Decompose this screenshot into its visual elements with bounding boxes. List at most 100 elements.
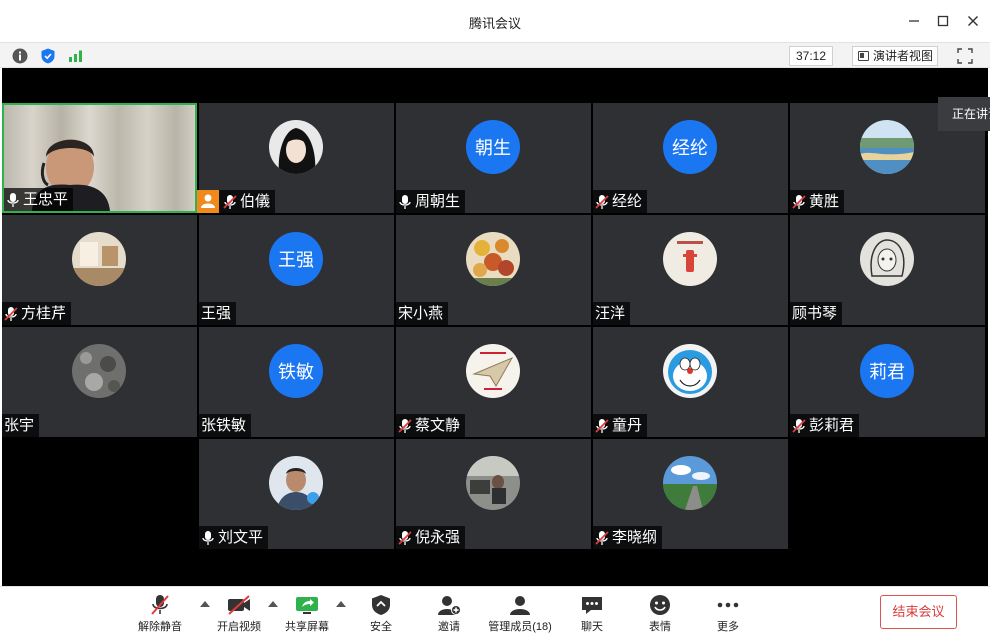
- paper-plane-card-avatar: [466, 344, 520, 398]
- participant-tile[interactable]: 莉君 彭莉君: [790, 327, 985, 437]
- participant-tile[interactable]: 蔡文静: [396, 327, 591, 437]
- participant-name: 蔡文静: [415, 417, 461, 434]
- participant-avatar: [466, 456, 520, 510]
- minimize-button[interactable]: [904, 11, 924, 31]
- participant-name-tag: 黄胜: [790, 190, 845, 213]
- participant-name-tag: 张宇: [2, 414, 40, 437]
- participant-avatar: [860, 232, 914, 286]
- participant-tile[interactable]: 王忠平: [2, 103, 197, 213]
- participant-tile[interactable]: 顾书琴: [790, 215, 985, 325]
- microphone-muted-icon: [398, 418, 412, 434]
- start-video-button[interactable]: 开启视频: [207, 593, 271, 637]
- share-screen-button[interactable]: 共享屏幕: [275, 593, 339, 637]
- end-meeting-button[interactable]: 结束会议: [880, 595, 957, 629]
- meeting-info-button[interactable]: [11, 47, 29, 65]
- participant-tile[interactable]: 汪洋: [593, 215, 788, 325]
- participant-name-tag: 蔡文静: [396, 414, 466, 437]
- participant-tile[interactable]: 刘文平: [199, 439, 394, 549]
- security-label: 安全: [370, 621, 392, 633]
- participant-name: 李晓纲: [612, 529, 658, 546]
- share-screen-icon: [294, 593, 320, 617]
- security-status-button[interactable]: [39, 47, 57, 65]
- talking-indicator: 正在讲话: [938, 97, 990, 131]
- signal-icon: [69, 50, 82, 62]
- participant-name-tag: 张铁敏: [199, 414, 252, 437]
- speaker-view-label: 演讲者视图: [873, 49, 934, 63]
- participant-avatar: [860, 120, 914, 174]
- participant-avatar: 王强: [269, 232, 323, 286]
- members-icon: [507, 593, 533, 617]
- meeting-info-bar: 37:12 演讲者视图: [0, 42, 990, 68]
- participant-tile[interactable]: 李晓纲: [593, 439, 788, 549]
- microphone-muted-icon: [398, 530, 412, 546]
- participant-name-tag: 方桂芹: [2, 302, 72, 325]
- participant-tile[interactable]: 王强 王强: [199, 215, 394, 325]
- microphone-on-icon: [6, 192, 20, 208]
- lake-landscape-avatar: [860, 120, 914, 174]
- tencent-meeting-window: 腾讯会议 37:12 演讲者视图 王忠平 伯儀 朝生 周朝生 经纶 经纶 黄胜 …: [0, 0, 990, 640]
- participant-tile[interactable]: 童丹: [593, 327, 788, 437]
- participant-name-tag: 王强: [199, 302, 237, 325]
- participant-name-tag: 伯儀: [197, 190, 276, 213]
- participant-tile[interactable]: 方桂芹: [2, 215, 197, 325]
- participant-name: 王忠平: [23, 191, 69, 208]
- speaker-view-button[interactable]: 演讲者视图: [852, 46, 938, 66]
- participant-tile[interactable]: 铁敏 张铁敏: [199, 327, 394, 437]
- participant-tile[interactable]: 宋小燕: [396, 215, 591, 325]
- maximize-button[interactable]: [933, 11, 953, 31]
- reactions-button[interactable]: 表情: [628, 593, 692, 637]
- participant-name-tag: 李晓纲: [593, 526, 663, 549]
- man-portrait-avatar: [269, 456, 323, 510]
- share-options-caret[interactable]: [336, 601, 346, 607]
- network-status-button[interactable]: [67, 47, 85, 65]
- invite-button[interactable]: 邀请: [417, 593, 481, 637]
- participant-avatar: [72, 344, 126, 398]
- participant-name: 张铁敏: [201, 417, 247, 434]
- meeting-timer: 37:12: [789, 46, 833, 66]
- participant-name-tag: 周朝生: [396, 190, 466, 213]
- more-label: 更多: [717, 621, 739, 633]
- participant-tile[interactable]: 朝生 周朝生: [396, 103, 591, 213]
- participant-avatar: [466, 344, 520, 398]
- microphone-muted-icon: [4, 306, 18, 322]
- fullscreen-button[interactable]: [956, 47, 974, 65]
- participant-name: 宋小燕: [398, 305, 444, 322]
- participant-avatar: [269, 120, 323, 174]
- manage-members-button[interactable]: 管理成员(18): [487, 593, 553, 637]
- anime-character-avatar: [269, 120, 323, 174]
- host-badge: [197, 190, 219, 213]
- microphone-muted-icon: [147, 593, 173, 617]
- microphone-on-icon: [201, 530, 215, 546]
- participant-name-tag: 经纶: [593, 190, 648, 213]
- unmute-button[interactable]: 解除静音: [128, 593, 192, 637]
- participant-name: 周朝生: [415, 193, 461, 210]
- participant-name-tag: 宋小燕: [396, 302, 449, 325]
- meeting-toolbar: 解除静音 开启视频 共享屏幕 安全 邀请 管理成员(18) 聊天 表情 更多 结…: [0, 586, 990, 640]
- participant-name: 汪洋: [595, 305, 626, 322]
- sketch-portrait-avatar: [860, 232, 914, 286]
- participant-tile[interactable]: 倪永强: [396, 439, 591, 549]
- add-user-icon: [436, 593, 462, 617]
- participant-name: 方桂芹: [21, 305, 67, 322]
- participant-avatar: [466, 232, 520, 286]
- participant-avatar: 朝生: [466, 120, 520, 174]
- gray-texture-avatar: [72, 344, 126, 398]
- participant-name-tag: 汪洋: [593, 302, 631, 325]
- participant-tile[interactable]: 张宇: [2, 327, 197, 437]
- participant-name-tag: 顾书琴: [790, 302, 843, 325]
- participant-name: 顾书琴: [792, 305, 838, 322]
- participant-tile[interactable]: 伯儀: [197, 103, 394, 213]
- security-button[interactable]: 安全: [349, 593, 413, 637]
- more-button[interactable]: 更多: [696, 593, 760, 637]
- participant-avatar: 经纶: [663, 120, 717, 174]
- participant-avatar: [663, 456, 717, 510]
- participant-name: 伯儀: [240, 193, 271, 210]
- reactions-label: 表情: [649, 621, 671, 633]
- participant-avatar: 铁敏: [269, 344, 323, 398]
- participant-name-tag: 童丹: [593, 414, 648, 437]
- participant-tile[interactable]: 经纶 经纶: [593, 103, 788, 213]
- doraemon-avatar: [663, 344, 717, 398]
- participant-name: 彭莉君: [809, 417, 855, 434]
- chat-button[interactable]: 聊天: [560, 593, 624, 637]
- close-button[interactable]: [963, 11, 983, 31]
